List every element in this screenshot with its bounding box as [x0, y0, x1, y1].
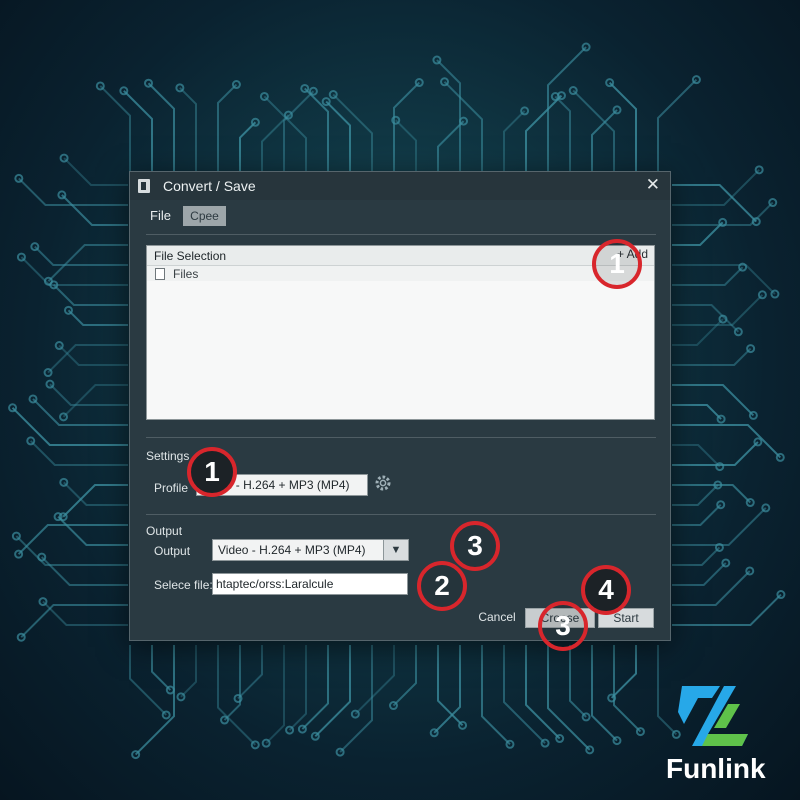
select-file-label: Selece file: [154, 578, 213, 592]
chevron-down-icon[interactable]: ▼ [383, 540, 408, 560]
step-marker-choose: 3 [538, 601, 588, 651]
profile-label: Profile [154, 481, 189, 495]
close-icon[interactable]: ✕ [646, 175, 660, 195]
step-marker-start: 4 [581, 565, 631, 615]
files-label: Files [173, 267, 199, 281]
tab-open[interactable]: Cpee [183, 206, 226, 226]
step-marker-profile: 1 [187, 447, 237, 497]
tab-file[interactable]: File [150, 206, 171, 226]
output-select[interactable]: Video - H.264 + MP3 (MP4) ▼ [212, 539, 409, 561]
output-select-value: Video - H.264 + MP3 (MP4) [218, 543, 366, 557]
app-icon [138, 179, 150, 193]
destination-file-input[interactable]: htaptec/orss:Laralcule [212, 573, 408, 595]
settings-heading: Settings [146, 449, 190, 463]
step-marker-destination: 2 [417, 561, 467, 611]
file-selection-header: File Selection + Add [147, 246, 654, 266]
divider [146, 234, 656, 235]
output-label: Output [154, 544, 191, 558]
divider [146, 437, 656, 438]
divider [146, 514, 656, 515]
files-list-item[interactable]: Files [147, 266, 654, 281]
output-heading: Output [146, 524, 183, 538]
title-bar: Convert / Save ✕ [130, 172, 670, 200]
step-marker-output: 3 [450, 521, 500, 571]
dialog-title: Convert / Save [163, 178, 256, 194]
gear-icon[interactable] [374, 474, 392, 492]
tab-bar: File Cpee [130, 206, 670, 226]
cancel-button[interactable]: Cancel [472, 608, 522, 628]
file-selection-title: File Selection [154, 249, 227, 263]
brand-name: Funlink [666, 753, 766, 784]
file-selection-box[interactable]: File Selection + Add Files [146, 245, 655, 420]
funlink-logo-icon [678, 686, 748, 746]
file-icon [155, 268, 165, 280]
step-marker-add: 1 [592, 239, 642, 289]
